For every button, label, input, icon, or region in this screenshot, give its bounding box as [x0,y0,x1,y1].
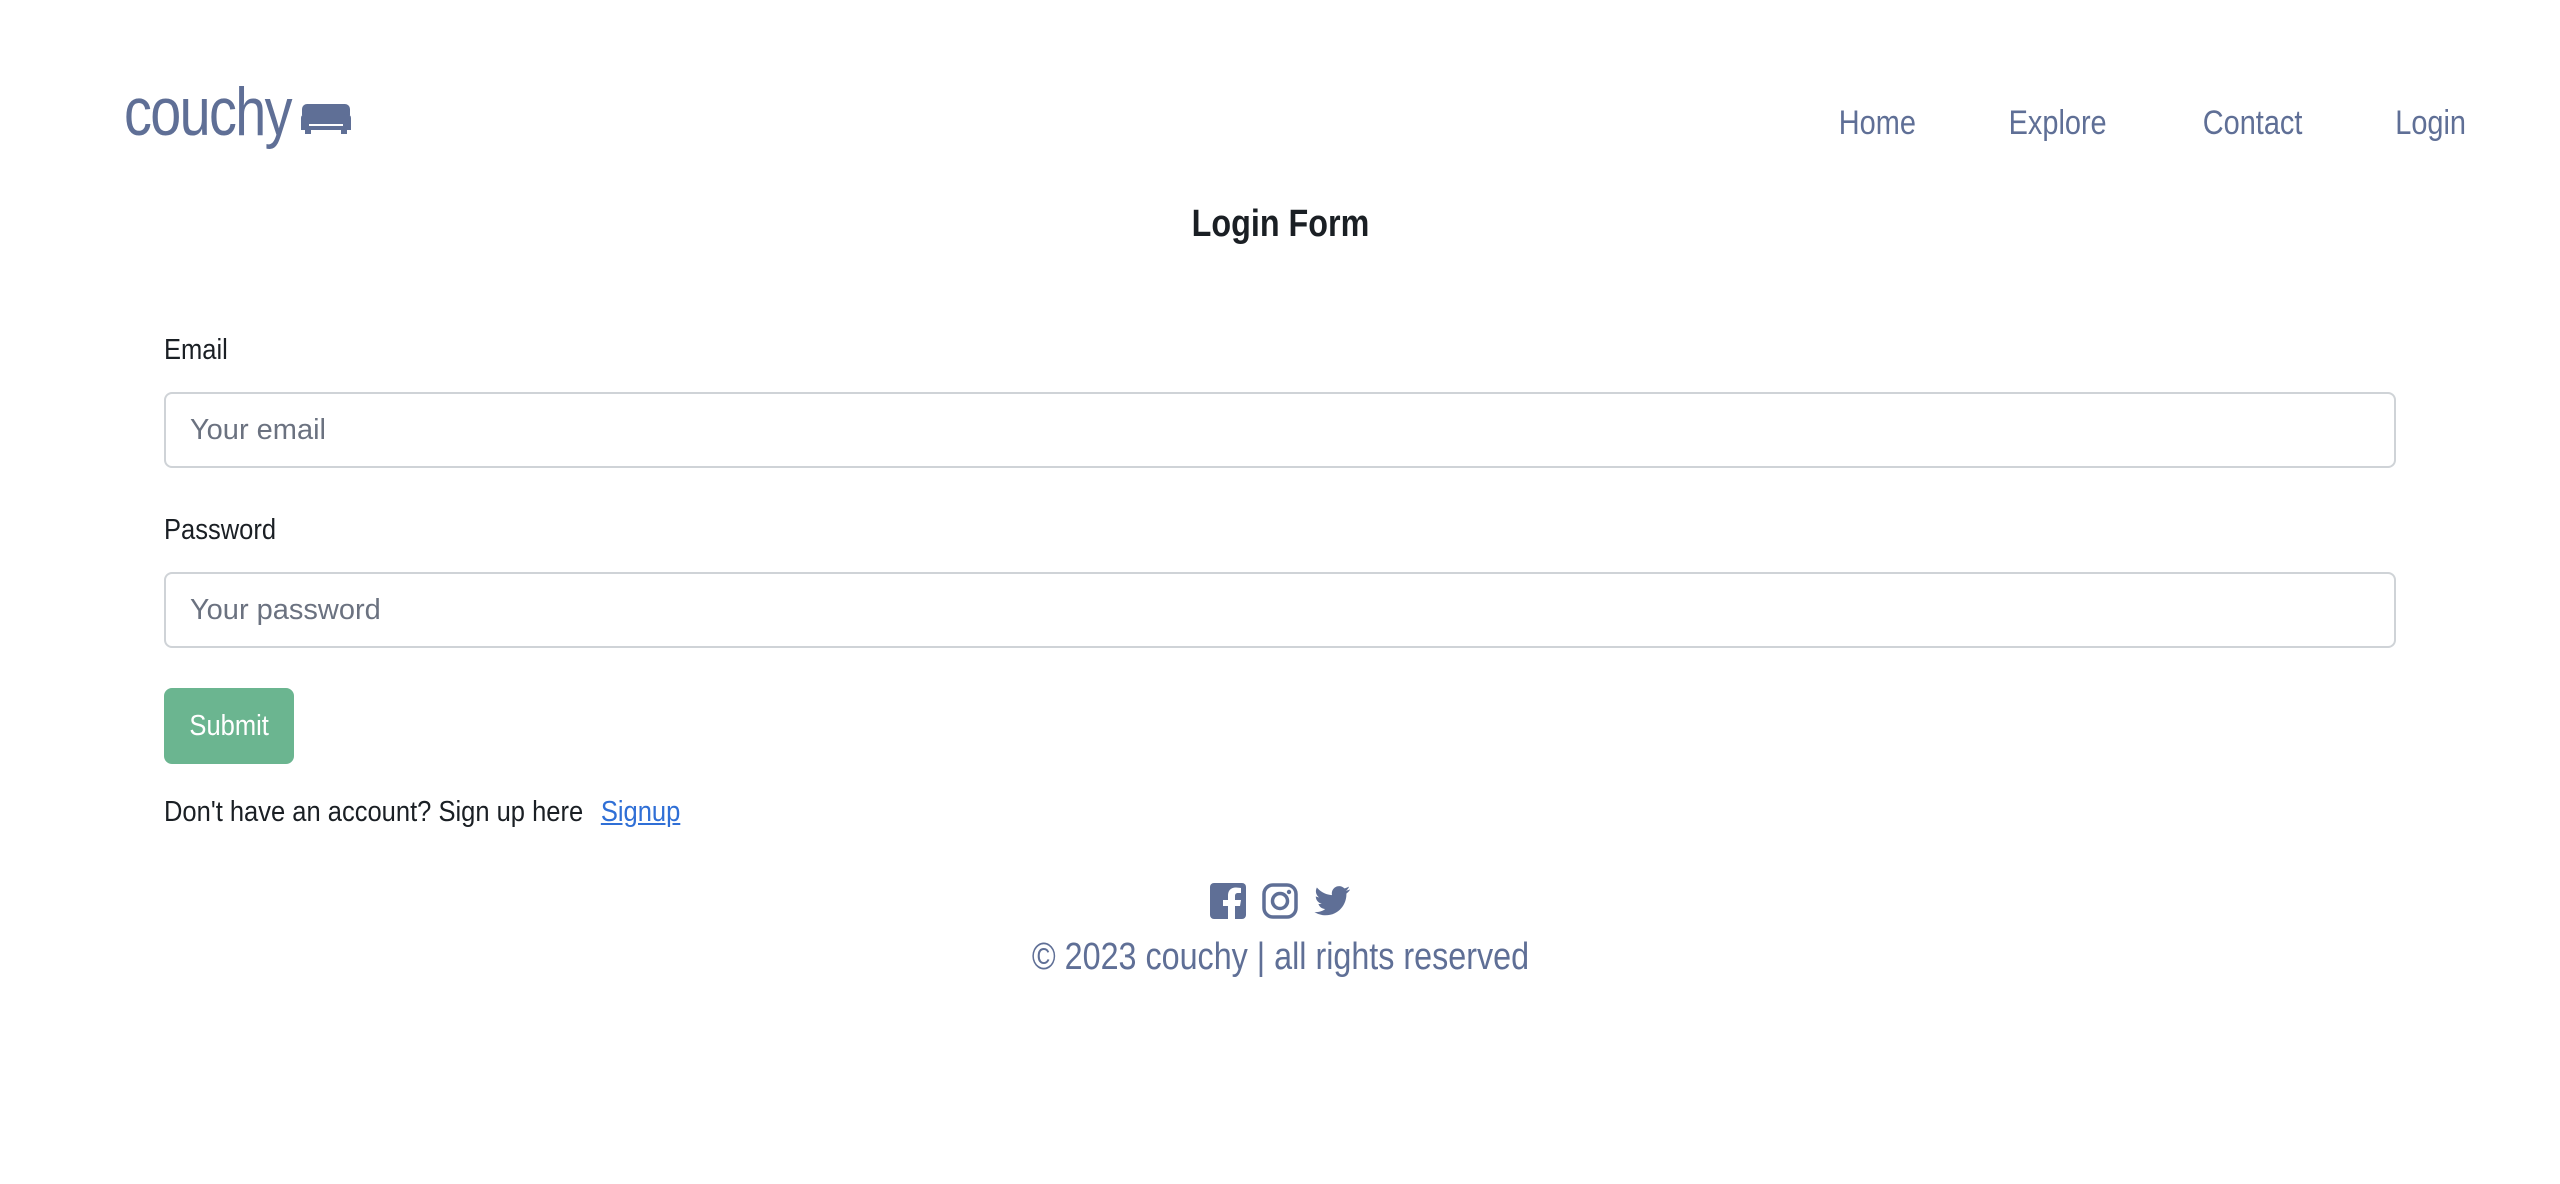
submit-button[interactable]: Submit [164,688,294,764]
password-label: Password [164,514,277,546]
password-input[interactable] [164,572,2396,648]
facebook-icon[interactable] [1209,882,1247,920]
submit-button-label: Submit [189,709,269,742]
nav-contact-link[interactable]: Contact [2202,104,2302,143]
twitter-icon[interactable] [1313,882,1351,920]
navbar: couchy Home Explore Contact Login [0,0,2560,200]
signup-prompt-row: Don't have an account? Sign up here Sign… [164,792,2130,832]
page-title-text: Login Form [1191,203,1369,245]
copyright: © 2023 couchy | all rights reserved [0,936,2560,979]
email-field-group: Email [164,330,2398,468]
social-links [0,880,2560,922]
brand-name: couchy [124,74,292,150]
brand-logo-link[interactable]: couchy [124,78,353,146]
email-label: Email [164,334,228,366]
email-input[interactable] [164,392,2396,468]
copyright-text: © 2023 couchy | all rights reserved [1031,936,1529,978]
sofa-icon [301,104,352,134]
instagram-icon[interactable] [1261,882,1299,920]
nav-explore-link[interactable]: Explore [2009,104,2107,143]
nav-home-link[interactable]: Home [1838,104,1915,143]
signup-prompt-text: Don't have an account? Sign up here [164,796,584,828]
signup-link[interactable]: Signup [601,796,680,828]
password-field-group: Password [164,510,2398,648]
login-form: Email Password Submit Don't have an acco… [164,330,2398,832]
main-nav: Home Explore Contact Login [1832,104,2472,143]
page-title: Login Form [0,203,2560,246]
footer: © 2023 couchy | all rights reserved [0,880,2560,979]
nav-login-link[interactable]: Login [2395,104,2466,143]
